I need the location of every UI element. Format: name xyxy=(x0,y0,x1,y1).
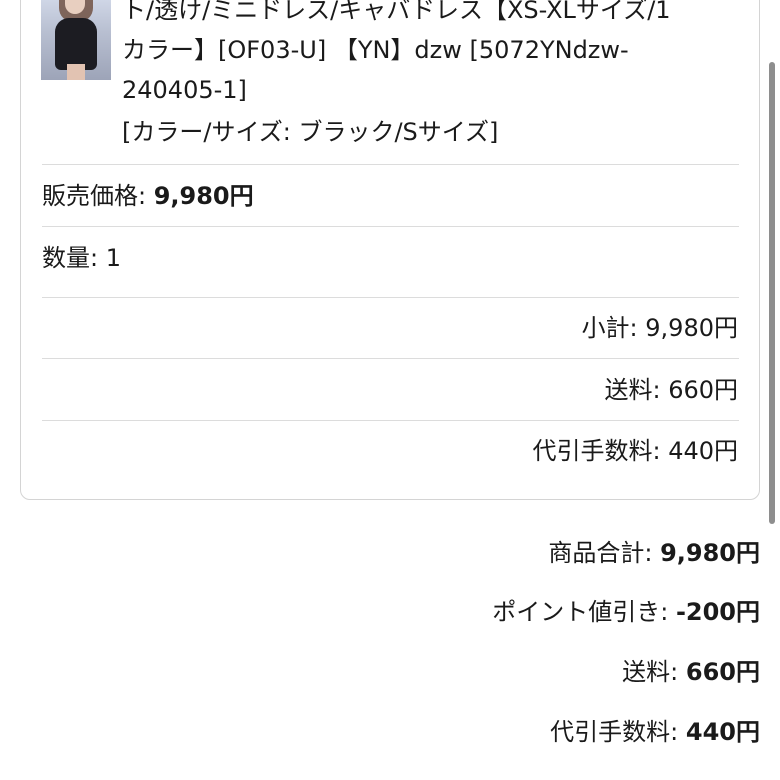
summary-cod-fee-label: 代引手数料: xyxy=(550,718,686,746)
product-variant: [カラー/サイズ: ブラック/Sサイズ] xyxy=(122,118,499,146)
divider xyxy=(42,226,739,227)
product-total-row: 商品合計: 9,980円 xyxy=(548,538,760,568)
item-cod-fee-value: 440円 xyxy=(668,437,738,465)
product-title-line-1[interactable]: ト/透け/ミニドレス/キャバドレス【XS-XLサイズ/1 xyxy=(122,0,671,30)
summary-cod-fee-row: 代引手数料: 440円 xyxy=(550,717,760,747)
subtotal-value: 9,980円 xyxy=(645,314,738,342)
item-cod-fee-row: 代引手数料: 440円 xyxy=(532,436,738,466)
price-row: 販売価格: 9,980円 xyxy=(42,181,254,211)
product-title-line-3[interactable]: 240405-1] xyxy=(122,70,247,110)
divider xyxy=(42,297,739,298)
quantity-label: 数量: xyxy=(42,244,106,272)
product-title-line-2[interactable]: カラー】[OF03-U] 【YN】dzw [5072YNdzw- xyxy=(122,30,629,70)
order-confirmation-view: ト/透け/ミニドレス/キャバドレス【XS-XLサイズ/1 カラー】[OF03-U… xyxy=(0,0,780,780)
quantity-value: 1 xyxy=(105,244,121,272)
subtotal-label: 小計: xyxy=(581,314,646,342)
product-thumbnail[interactable] xyxy=(41,0,111,80)
item-shipping-value: 660円 xyxy=(668,376,738,404)
summary-shipping-value: 660円 xyxy=(685,658,760,686)
quantity-row: 数量: 1 xyxy=(42,243,121,273)
thumbnail-legs-shape xyxy=(67,64,85,80)
summary-cod-fee-value: 440円 xyxy=(685,718,760,746)
product-total-label: 商品合計: xyxy=(548,539,661,567)
vertical-scrollbar[interactable] xyxy=(769,62,775,524)
points-discount-label: ポイント値引き: xyxy=(492,598,676,626)
divider xyxy=(42,358,739,359)
divider xyxy=(42,164,739,165)
divider xyxy=(42,420,739,421)
points-discount-value: -200円 xyxy=(675,598,760,626)
points-discount-row: ポイント値引き: -200円 xyxy=(492,597,760,627)
subtotal-row: 小計: 9,980円 xyxy=(582,313,738,343)
price-value: 9,980円 xyxy=(153,182,254,210)
price-label: 販売価格: xyxy=(42,182,154,210)
item-shipping-row: 送料: 660円 xyxy=(604,375,738,405)
summary-shipping-label: 送料: xyxy=(622,658,686,686)
summary-shipping-row: 送料: 660円 xyxy=(622,657,760,687)
item-cod-fee-label: 代引手数料: xyxy=(532,437,669,465)
item-shipping-label: 送料: xyxy=(604,376,669,404)
product-total-value: 9,980円 xyxy=(660,539,760,567)
thumbnail-dress-shape xyxy=(55,18,97,70)
